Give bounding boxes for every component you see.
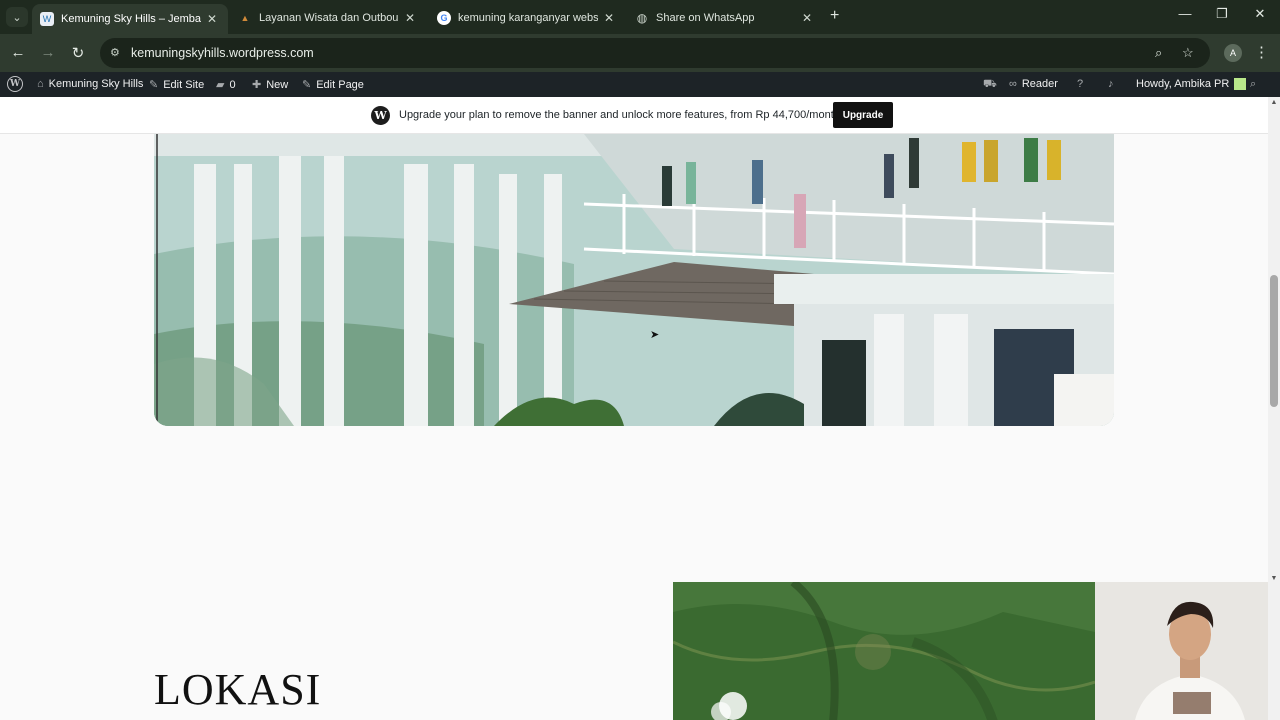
webcam-overlay <box>1095 582 1280 720</box>
browser-menu-icon[interactable]: ⋮ <box>1254 43 1269 61</box>
tab-kemuning-sky-hills[interactable]: W Kemuning Sky Hills – Jembatan ✕ <box>32 4 228 34</box>
site-info-icon[interactable]: ⚙ <box>110 46 120 59</box>
globe-icon: ◍ <box>636 11 648 25</box>
scrollbar-thumb[interactable] <box>1270 275 1278 407</box>
admin-bar-edit-page[interactable]: ✎ Edit Page <box>302 78 364 92</box>
howdy-text: Howdy, Ambika PR <box>1136 78 1230 90</box>
scroll-up-arrow-icon[interactable]: ▲ <box>1270 99 1278 107</box>
upgrade-button[interactable]: Upgrade <box>833 102 893 128</box>
zoom-icon[interactable]: ⌕ <box>1155 45 1162 61</box>
reload-icon[interactable]: ↻ <box>68 44 88 62</box>
wordpress-logo-icon: W <box>371 106 390 125</box>
tab-title: Layanan Wisata dan Outbound <box>259 12 399 24</box>
satellite-map-illustration <box>673 582 1095 720</box>
page-scrollbar[interactable]: ▲ ▼ <box>1268 97 1280 720</box>
help-icon[interactable]: ? <box>1077 78 1083 90</box>
home-icon: ⌂ <box>37 78 44 90</box>
admin-bar-account[interactable]: Howdy, Ambika PR <box>1136 78 1247 90</box>
brush-icon: ✎ <box>149 79 159 91</box>
plus-icon: ✚ <box>252 79 262 91</box>
new-tab-button[interactable]: + <box>830 7 839 25</box>
reader-glasses-icon: ∞ <box>1009 78 1017 90</box>
window-close-icon[interactable]: ✕ <box>1245 6 1275 22</box>
notifications-bell-icon[interactable]: ♪ <box>1108 78 1114 90</box>
profile-avatar[interactable]: A <box>1224 44 1242 62</box>
close-icon[interactable]: ✕ <box>402 11 418 25</box>
tab-search-menu-button[interactable]: ⌄ <box>6 7 28 27</box>
edit-page-label: Edit Page <box>316 78 364 91</box>
close-icon[interactable]: ✕ <box>799 11 815 25</box>
admin-search-icon[interactable]: ⌕ <box>1250 78 1256 91</box>
site-name: Kemuning Sky Hills <box>48 78 144 90</box>
admin-bar-reader[interactable]: ∞ Reader <box>1009 78 1058 90</box>
tab-title: Kemuning Sky Hills – Jembatan <box>61 13 201 25</box>
section-title-lokasi: LOKASI <box>154 665 322 714</box>
tab-title: kemuning karanganyar website <box>458 12 598 24</box>
comments-count: 0 <box>229 78 236 91</box>
tab-google-search[interactable]: G kemuning karanganyar website ✕ <box>429 4 625 32</box>
cart-icon[interactable]: ⛟ <box>983 78 997 92</box>
bookmark-star-icon[interactable]: ☆ <box>1182 45 1194 61</box>
banner-message: Upgrade your plan to remove the banner a… <box>399 109 840 121</box>
chevron-down-icon: ⌄ <box>12 11 22 24</box>
upgrade-banner: W Upgrade your plan to remove the banner… <box>0 97 1280 134</box>
close-icon[interactable]: ✕ <box>601 11 617 25</box>
admin-bar-edit-site[interactable]: ✎ Edit Site <box>149 78 205 92</box>
google-icon: G <box>437 11 451 25</box>
admin-bar-site-link[interactable]: ⌂ Kemuning Sky Hills <box>37 78 143 90</box>
tab-layanan-wisata[interactable]: ▲ Layanan Wisata dan Outbound ✕ <box>230 4 426 32</box>
browser-tab-strip: ⌄ W Kemuning Sky Hills – Jembatan ✕ ▲ La… <box>0 0 1280 34</box>
comment-bubble-icon: ▰ <box>216 79 225 91</box>
hero-photo: ➤ <box>154 134 1114 426</box>
location-map[interactable] <box>673 582 1095 720</box>
restore-icon[interactable]: ❐ <box>1207 6 1237 22</box>
admin-bar-new[interactable]: ✚ New <box>252 78 289 92</box>
hero-photo-illustration <box>154 134 1114 426</box>
url-text[interactable]: kemuningskyhills.wordpress.com <box>131 46 314 60</box>
address-bar[interactable]: ⚙ kemuningskyhills.wordpress.com ⌕ ☆ <box>100 38 1210 68</box>
wordpress-icon: W <box>40 12 54 26</box>
scroll-down-arrow-icon[interactable]: ▼ <box>1270 575 1278 583</box>
edit-site-label: Edit Site <box>163 78 205 91</box>
new-label: New <box>266 78 289 91</box>
pencil-icon: ✎ <box>302 79 312 91</box>
admin-bar-comments[interactable]: ▰ 0 <box>216 78 236 92</box>
page-content: ➤ LOKASI <box>0 134 1268 720</box>
close-icon[interactable]: ✕ <box>204 12 220 26</box>
pyramid-icon: ▲ <box>240 13 250 23</box>
wordpress-logo-icon[interactable]: W <box>7 76 23 92</box>
tab-share-whatsapp[interactable]: ◍ Share on WhatsApp ✕ <box>627 4 823 32</box>
minimize-icon[interactable]: — <box>1170 6 1200 21</box>
reader-label: Reader <box>1021 78 1058 90</box>
user-avatar <box>1234 78 1247 90</box>
mouse-cursor-icon: ➤ <box>650 329 660 341</box>
presenter-video-illustration <box>1095 582 1280 720</box>
back-arrow-icon[interactable]: ← <box>8 44 28 61</box>
forward-arrow-icon[interactable]: → <box>38 44 58 61</box>
wp-admin-bar: W ⌂ Kemuning Sky Hills ✎ Edit Site ▰ 0 ✚… <box>0 72 1280 97</box>
tab-title: Share on WhatsApp <box>656 12 755 24</box>
browser-toolbar: ← → ↻ ⚙ kemuningskyhills.wordpress.com ⌕… <box>0 34 1280 72</box>
